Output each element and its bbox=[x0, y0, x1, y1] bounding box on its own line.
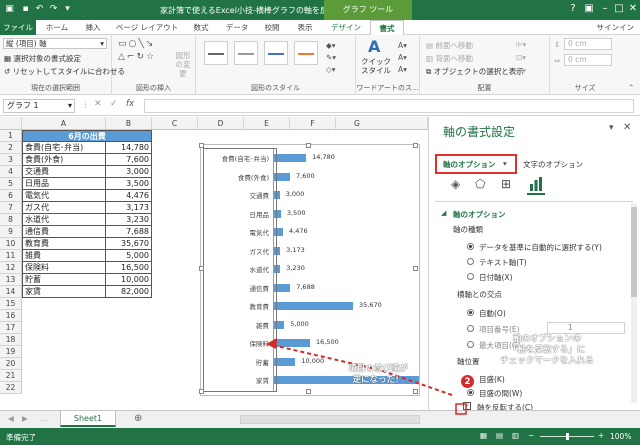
callout-left: 項目の並び順が 逆になった！ bbox=[322, 364, 434, 386]
arrow-head bbox=[266, 338, 277, 349]
callout-left-text: 項目の並び順が 逆になった！ bbox=[348, 364, 408, 385]
annotation-overlay bbox=[266, 338, 467, 415]
callout-right-text: 軸のオプションの 「軸を反転する」に チェックマークを入れる bbox=[500, 334, 594, 366]
callout-right: 軸のオプションの 「軸を反転する」に チェックマークを入れる bbox=[474, 334, 620, 367]
checkbox-highlight bbox=[455, 403, 467, 415]
step-badge: 2 bbox=[460, 374, 475, 389]
